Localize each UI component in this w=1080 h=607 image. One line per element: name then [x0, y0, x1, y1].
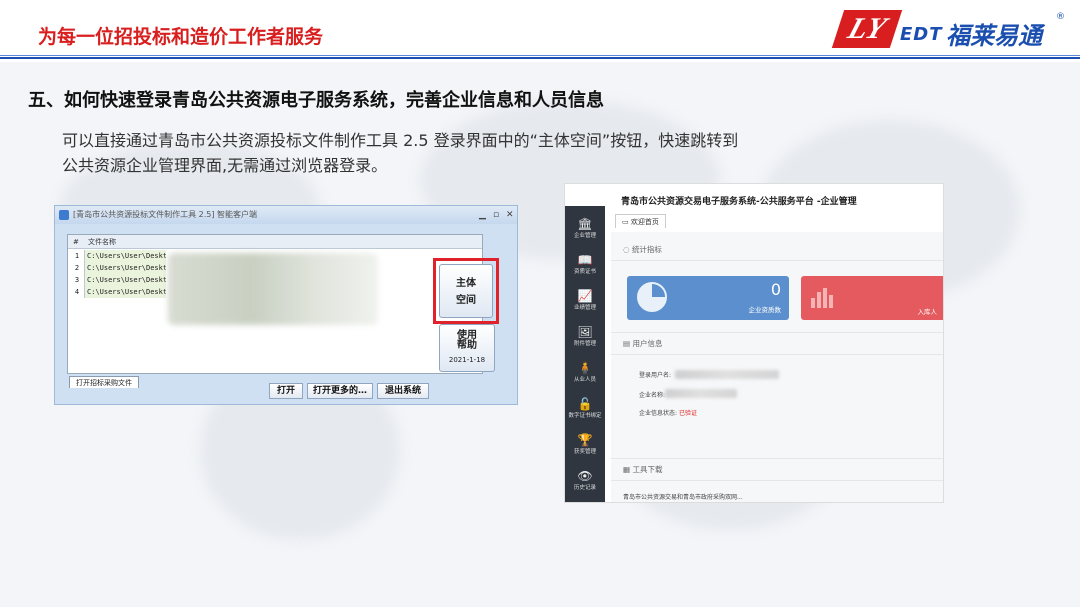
section-title: 五、如何快速登录青岛公共资源电子服务系统，完善企业信息和人员信息: [28, 90, 604, 111]
book-icon: 📖: [577, 253, 593, 267]
tab-welcome[interactable]: ▭ 欢迎首页: [615, 214, 666, 228]
sidebar-item-certificates[interactable]: 📖 资质证书: [565, 248, 605, 282]
slide-header: 为每一位招投标和造价工作者服务 LY EDT 福莱易通 ®: [0, 0, 1080, 62]
chart-icon: 📈: [577, 289, 593, 303]
body-line-2: 公共资源企业管理界面,无需通过浏览器登录。: [62, 156, 388, 175]
file-table: # 文件名称 1 C:\Users\User\Deskto 2 C:\Users…: [67, 234, 483, 374]
exit-button[interactable]: 退出系统: [377, 383, 429, 399]
portal-header: 青岛市公共资源交易电子服务系统-公共服务平台 -企业管理: [565, 184, 943, 214]
blurred-file-names: [168, 253, 378, 325]
trophy-icon: 🏆: [577, 433, 593, 447]
sidebar-item-awards[interactable]: 🏆 获奖管理: [565, 428, 605, 462]
open-button[interactable]: 打开: [269, 383, 303, 399]
stat-value: 0: [770, 280, 781, 299]
close-icon[interactable]: ✕: [506, 206, 514, 224]
help-date: 2021-1-18: [448, 356, 486, 364]
company-name-label: 企业名称:: [639, 392, 666, 399]
header-divider: [0, 55, 1080, 59]
tender-tool-window: [青岛市公共资源投标文件制作工具 2.5] 智能客户端 ▁ ▫ ✕ # 文件名称…: [54, 205, 518, 405]
sidebar-item-staff[interactable]: 🧍 从业人员: [565, 356, 605, 390]
portal-main: [611, 232, 943, 502]
portal-sidebar: 🏛 企业管理 📖 资质证书 📈 业绩管理 🖼 附件管理 🧍 从业人员 🔓 数字证…: [565, 206, 605, 502]
stats-icon: ◌: [623, 245, 632, 254]
stats-divider: [611, 260, 943, 261]
tools-title: ▦ 工具下载: [623, 465, 663, 474]
body-text: 可以直接通过青岛市公共资源投标文件制作工具 2.5 登录界面中的“主体空间”按钮…: [62, 128, 922, 178]
pie-icon: [637, 282, 667, 312]
portal-title: 青岛市公共资源交易电子服务系统-公共服务平台 -企业管理: [621, 197, 857, 207]
company-logo: LY EDT 福莱易通 ®: [831, 10, 1068, 50]
stat-label: 入库人: [917, 308, 938, 316]
logo-edt: EDT: [900, 24, 943, 45]
sidebar-item-digital-cert[interactable]: 🔓 数字证书绑定: [565, 392, 605, 426]
stats-panel-title: ◌ 统计指标: [623, 245, 662, 254]
sidebar-item-attachments[interactable]: 🖼 附件管理: [565, 320, 605, 354]
tools-divider-top: [611, 458, 943, 459]
user-info-divider: [611, 354, 943, 355]
body-line-1: 可以直接通过青岛市公共资源投标文件制作工具 2.5 登录界面中的“主体空间”按钮…: [62, 131, 739, 150]
person-icon: 🧍: [577, 361, 593, 375]
file-table-header: # 文件名称: [68, 235, 482, 249]
user-info-divider-top: [611, 332, 943, 333]
maximize-icon[interactable]: ▫: [493, 206, 499, 224]
stat-card-staff[interactable]: 入库人: [801, 276, 943, 320]
tools-divider: [611, 480, 943, 481]
minimize-icon[interactable]: ▁: [479, 206, 486, 224]
main-space-highlight-box: [433, 258, 499, 324]
monitor-icon: ▭: [622, 218, 631, 226]
enterprise-portal-window: 青岛市公共资源交易电子服务系统-公共服务平台 -企业管理 ▭ 欢迎首页 🏛 企业…: [564, 183, 944, 503]
help-button[interactable]: 使用 帮助 2021-1-18: [439, 324, 495, 372]
tools-link[interactable]: 青岛市公共资源交易和青岛市政府采购双网...: [623, 492, 743, 501]
logo-name: 福莱易通: [946, 22, 1042, 50]
blurred-username: [675, 370, 779, 379]
eye-icon: 👁: [577, 469, 593, 483]
bar-chart-icon: [811, 286, 837, 308]
tab-open-tender-file[interactable]: 打开招标采购文件: [69, 376, 139, 388]
header-title: 为每一位招投标和造价工作者服务: [38, 26, 324, 48]
logo-mark: LY: [831, 10, 903, 48]
sidebar-item-enterprise[interactable]: 🏛 企业管理: [565, 212, 605, 246]
open-more-button[interactable]: 打开更多的…: [307, 383, 373, 399]
col-num: #: [73, 238, 79, 246]
user-info-title: ▤ 用户信息: [623, 339, 663, 348]
sidebar-item-history[interactable]: 👁 历史记录: [565, 464, 605, 498]
sidebar-item-performance[interactable]: 📈 业绩管理: [565, 284, 605, 318]
stat-card-qualifications[interactable]: 0 企业资质数: [627, 276, 789, 320]
blurred-company-name: [665, 389, 737, 398]
col-file-name: 文件名称: [88, 238, 116, 246]
login-user-label: 登录用户名:: [639, 372, 672, 379]
logo-registered-mark: ®: [1056, 12, 1065, 22]
app-icon: [59, 210, 69, 220]
bank-icon: 🏛: [577, 217, 593, 231]
stat-label: 企业资质数: [748, 306, 782, 314]
image-icon: 🖼: [577, 325, 593, 339]
window-title: [青岛市公共资源投标文件制作工具 2.5] 智能客户端: [73, 210, 258, 219]
company-status-value: 已验证: [678, 410, 697, 417]
lock-icon: 🔓: [577, 397, 593, 411]
company-status-label: 企业信息状态: 已验证: [639, 410, 697, 417]
window-titlebar: [青岛市公共资源投标文件制作工具 2.5] 智能客户端 ▁ ▫ ✕: [55, 206, 517, 224]
